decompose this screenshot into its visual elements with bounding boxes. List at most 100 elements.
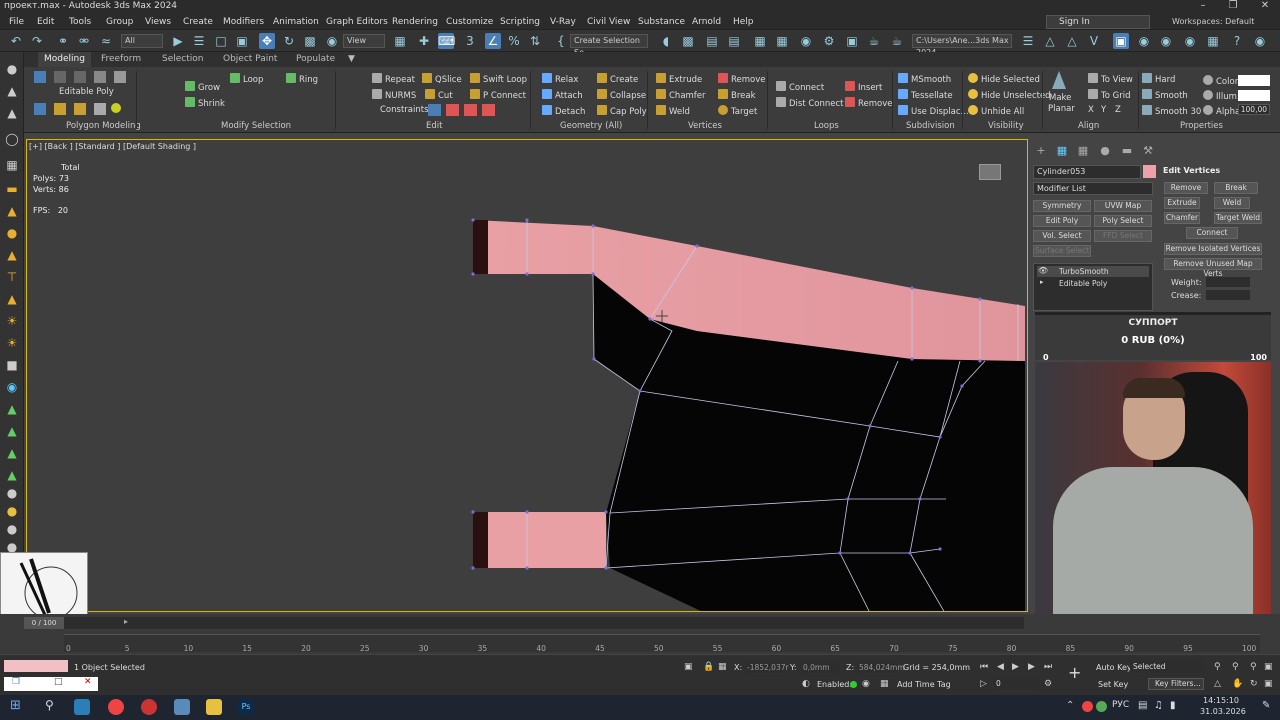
panel-edit[interactable]: Edit	[426, 121, 442, 131]
remove-button[interactable]: Remove	[718, 73, 766, 85]
menu-create[interactable]: Create	[183, 17, 213, 27]
tool-icon-12[interactable]: ▲	[5, 446, 19, 460]
current-frame-field[interactable]: 0	[993, 678, 1039, 689]
use-displacement-button[interactable]: Use Displac...	[898, 105, 969, 117]
photoshop-icon[interactable]: Ps	[238, 699, 254, 715]
search-icon[interactable]: ⚲	[45, 698, 54, 712]
named-selection-dropdown[interactable]: Create Selection Se	[570, 34, 648, 57]
zoom-icon[interactable]: ⚲	[1214, 662, 1221, 672]
zoom-extents-all-icon[interactable]: ▣	[1264, 662, 1273, 672]
add-time-tag-button[interactable]: Add Time Tag	[897, 680, 951, 689]
constraint-face-icon[interactable]	[464, 104, 477, 116]
windows-start-icon[interactable]: ⊞	[10, 698, 21, 713]
preview-icon[interactable]	[111, 103, 121, 113]
expand-icon[interactable]: ▸	[1040, 278, 1044, 286]
detach-button[interactable]: Detach	[542, 105, 585, 117]
move-icon[interactable]: ✥	[259, 33, 275, 49]
insert-button[interactable]: Insert	[845, 81, 882, 93]
tool-icon-8[interactable]: ■	[5, 358, 19, 372]
smooth-button[interactable]: Smooth	[1142, 89, 1188, 101]
to-grid-button[interactable]: To Grid	[1088, 89, 1131, 101]
tray-chevron-icon[interactable]: ⌃	[1066, 700, 1074, 711]
app-icon[interactable]	[141, 699, 157, 715]
eye-icon[interactable]: 👁	[1038, 266, 1048, 275]
close-listener-icon[interactable]: ✕	[84, 677, 92, 687]
nurms-button[interactable]: NURMS	[372, 89, 416, 101]
ev-target-weld-button[interactable]: Target Weld	[1214, 212, 1262, 224]
menu-group[interactable]: Group	[106, 17, 133, 27]
create-tab-icon[interactable]: +	[1035, 145, 1047, 157]
tab-object-paint[interactable]: Object Paint	[223, 54, 277, 64]
hard-button[interactable]: Hard	[1142, 73, 1175, 85]
menu-rendering[interactable]: Rendering	[392, 17, 438, 27]
toggle-ribbon-icon[interactable]: ▤	[726, 33, 742, 49]
add-time-tag-icon[interactable]: ▦	[880, 679, 889, 689]
ev-chamfer-button[interactable]: Chamfer	[1164, 212, 1200, 224]
maximize-viewport-icon[interactable]: ▣	[1264, 679, 1273, 689]
constraint-none-icon[interactable]	[428, 104, 441, 116]
pivot-icon[interactable]: ▦	[392, 33, 408, 49]
ring-button[interactable]: Ring	[286, 73, 318, 85]
menu-help[interactable]: Help	[733, 17, 754, 27]
monitor-icon[interactable]	[174, 699, 190, 715]
arnold-render-icon[interactable]: △	[1064, 33, 1080, 49]
object-name-field[interactable]: Cylinder053	[1033, 165, 1141, 179]
x-coord-field[interactable]: -1852,037r	[745, 662, 789, 673]
panel-modify-selection[interactable]: Modify Selection	[221, 121, 291, 131]
dist-connect-button[interactable]: Dist Connect	[776, 97, 844, 109]
connect-button[interactable]: Connect	[776, 81, 824, 93]
key-selection-dropdown[interactable]: Selected	[1130, 661, 1204, 673]
grow-button[interactable]: Grow	[185, 81, 220, 93]
rect-selection-icon[interactable]: □	[213, 33, 229, 49]
panel-properties[interactable]: Properties	[1180, 121, 1223, 131]
create-panel-icon[interactable]: ●	[5, 62, 19, 76]
zoom-all-icon[interactable]: ⚲	[1232, 662, 1239, 672]
tool-icon-4[interactable]: ▲	[5, 248, 19, 262]
material-editor-icon[interactable]: ◉	[798, 33, 814, 49]
tool-icon-7[interactable]: ☀	[5, 336, 19, 350]
vray-toolbar-icon-2[interactable]: ▦	[1205, 33, 1221, 49]
bind-space-warp-icon[interactable]: ≈	[98, 33, 114, 49]
align-z-button[interactable]: Z	[1115, 105, 1121, 115]
time-slider-track[interactable]	[24, 617, 1024, 629]
unlink-icon[interactable]: ⚮	[76, 33, 92, 49]
window-icon[interactable]: ❐	[12, 677, 20, 687]
crease-input[interactable]	[1206, 290, 1250, 300]
place-icon[interactable]: ◉	[324, 33, 340, 49]
menu-modifiers[interactable]: Modifiers	[223, 17, 264, 27]
ffd-select-button[interactable]: FFD Select	[1094, 230, 1152, 242]
network-icon[interactable]: ▤	[1138, 700, 1147, 711]
cut-button[interactable]: Cut	[425, 89, 453, 101]
tool-icon-9[interactable]: ◉	[5, 380, 19, 394]
menu-vray[interactable]: V-Ray	[550, 17, 576, 27]
snap-toggle-icon[interactable]: 3	[462, 33, 478, 49]
3dsmax-task-icon[interactable]	[74, 699, 90, 715]
transform-mode-icon[interactable]: ▦	[718, 662, 727, 672]
restore-icon[interactable]: □	[54, 677, 63, 687]
edge-mode-icon[interactable]	[54, 71, 66, 83]
tool-icon-11[interactable]: ▲	[5, 424, 19, 438]
symmetry-button[interactable]: Symmetry	[1033, 200, 1091, 212]
rotate-icon[interactable]: ↻	[281, 33, 297, 49]
msmooth-button[interactable]: MSmooth	[898, 73, 951, 85]
orbit-icon[interactable]: ↻	[1250, 679, 1258, 689]
rendered-frame-icon[interactable]: ▣	[844, 33, 860, 49]
workspaces-dropdown[interactable]: Workspaces: Default	[1172, 17, 1254, 26]
panel-align[interactable]: Align	[1078, 121, 1099, 131]
menu-graph-editors[interactable]: Graph Editors	[326, 17, 388, 27]
sign-in-button[interactable]: Sign In	[1046, 15, 1150, 29]
menu-file[interactable]: File	[9, 17, 24, 27]
auto-key-button[interactable]: Auto Key	[1096, 663, 1132, 672]
selection-filter-dropdown[interactable]: All	[121, 34, 163, 48]
smooth30-button[interactable]: Smooth 30	[1142, 105, 1201, 117]
motion-tab-icon[interactable]: ●	[1099, 145, 1111, 157]
tool-icon-15[interactable]: ●	[5, 504, 19, 518]
vray-icon[interactable]: V	[1086, 33, 1102, 49]
panel-polygon-modeling[interactable]: Polygon Modeling	[66, 121, 141, 131]
menu-animation[interactable]: Animation	[273, 17, 319, 27]
explorer-icon[interactable]	[206, 699, 222, 715]
utilities-tab-icon[interactable]: ⚒	[1142, 145, 1154, 157]
set-key-button[interactable]: Set Key	[1098, 680, 1128, 689]
prev-frame-icon[interactable]: ◀	[997, 662, 1004, 672]
time-tag-icon[interactable]: ◉	[862, 679, 870, 689]
